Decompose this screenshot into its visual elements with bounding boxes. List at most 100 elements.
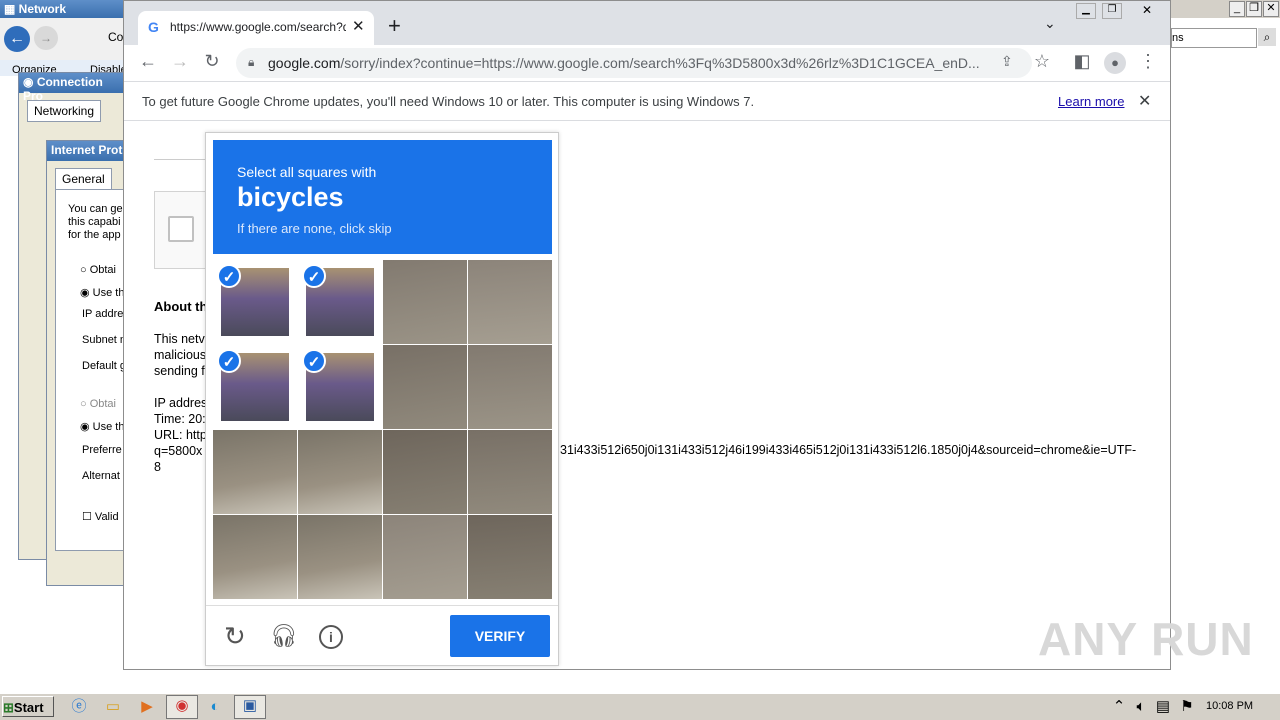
captcha-tile[interactable] [468, 430, 552, 514]
subnet-label: Subnet n [82, 334, 127, 346]
captcha-tile[interactable] [298, 430, 382, 514]
reload-icon[interactable]: ↻ [200, 51, 224, 72]
tab-search-icon[interactable]: ⌄ [1044, 15, 1056, 32]
about-text: This netv malicious sending f [154, 332, 207, 378]
obtain-ip-radio[interactable]: ○ Obtai [80, 264, 116, 276]
captcha-tile[interactable] [468, 515, 552, 599]
info-icon[interactable]: i [319, 625, 343, 649]
url-domain: google.com [268, 55, 341, 71]
new-tab-icon[interactable]: + [388, 13, 401, 39]
menu-kebab-icon[interactable]: ⋮ [1136, 51, 1160, 72]
close-infobar-icon[interactable]: ✕ [1138, 91, 1151, 111]
share-icon[interactable]: ⇪ [1001, 53, 1013, 70]
close-tab-icon[interactable]: ✕ [352, 17, 365, 35]
dialog-icon: ◉ [23, 75, 37, 89]
browser-toolbar: ← → ↻ 🔒︎ google.com/sorry/index?continue… [124, 45, 1170, 81]
request-details: IP addres Time: 20: URL: http q=5800x 8 [154, 396, 208, 474]
restore-icon[interactable]: ❐ [1102, 3, 1122, 19]
network-connections-title: ▦ Network Connectio [0, 0, 130, 30]
about-heading: About th [154, 299, 208, 314]
captcha-image-grid: ✓ ✓ ✓ ✓ [213, 260, 552, 599]
selected-check-icon: ✓ [217, 264, 241, 288]
radio-selected-icon: ◉ [80, 421, 93, 433]
tray-expand-icon[interactable]: ⌃ [1108, 697, 1130, 717]
windows-logo-icon: ⊞ [3, 700, 14, 715]
back-button[interactable]: ← [4, 26, 30, 52]
arrow-right-icon: → [40, 31, 52, 45]
validate-checkbox[interactable]: ☐ Valid [82, 510, 119, 523]
address-crumb[interactable]: Co [108, 30, 123, 44]
network-app-icon[interactable]: ▣ [234, 695, 266, 719]
captcha-tile[interactable] [213, 430, 297, 514]
media-player-icon[interactable]: ▶ [136, 697, 158, 717]
bookmark-star-icon[interactable]: ☆ [1030, 51, 1054, 72]
reload-challenge-icon[interactable]: ↻ [224, 621, 246, 652]
network-tray-icon[interactable]: ▤ [1152, 697, 1174, 717]
forward-icon[interactable]: → [168, 51, 192, 72]
start-button[interactable]: ⊞Start [2, 696, 54, 717]
learn-more-link[interactable]: Learn more [1058, 94, 1124, 109]
captcha-tile[interactable] [298, 515, 382, 599]
edge-icon[interactable]: ◐ [204, 697, 226, 717]
captcha-tile[interactable] [213, 515, 297, 599]
use-dns-radio[interactable]: ◉ Use th [80, 420, 124, 433]
folder-icon[interactable]: ▭ [102, 697, 124, 717]
captcha-tile[interactable] [383, 260, 467, 344]
audio-challenge-icon[interactable]: 🎧︎ [270, 623, 298, 649]
close-window-icon[interactable]: ✕ [1130, 3, 1164, 17]
anyrun-watermark: ANY RUN [1038, 613, 1254, 665]
taskbar: ⊞Start ⓔ ▭ ▶ ◉ ◐ ▣ ⌃ 🔈︎ ▤ ⚑ 10:08 PM [0, 693, 1280, 720]
captcha-tile[interactable] [383, 345, 467, 429]
desc-line: this capabi [68, 216, 121, 228]
verify-button[interactable]: VERIFY [450, 615, 550, 657]
captcha-tile[interactable] [468, 260, 552, 344]
profile-avatar-icon[interactable]: ● [1104, 52, 1126, 74]
action-center-flag-icon[interactable]: ⚑ [1176, 697, 1198, 717]
window-icon: ▦ [4, 2, 19, 16]
obtain-dns-radio[interactable]: ○ Obtai [80, 398, 116, 410]
arrow-left-icon: ← [9, 30, 25, 47]
radio-icon: ○ [80, 264, 90, 276]
side-panel-icon[interactable]: ◧ [1070, 51, 1094, 72]
selected-check-icon: ✓ [217, 349, 241, 373]
captcha-divider [206, 605, 558, 606]
tab-networking[interactable]: Networking [27, 100, 102, 122]
clock[interactable]: 10:08 PM [1206, 700, 1253, 712]
volume-icon[interactable]: 🔈︎ [1130, 697, 1152, 717]
tab-title: https://www.google.com/search?q= [170, 20, 346, 34]
restore-icon[interactable]: ❐ [1246, 1, 1262, 17]
minimize-icon[interactable]: _ [1229, 1, 1245, 17]
captcha-instruction: Select all squares with [237, 164, 377, 180]
browser-tab[interactable]: G https://www.google.com/search?q= ✕ [138, 11, 374, 45]
captcha-tile[interactable] [468, 345, 552, 429]
preferred-dns-label: Preferre [82, 444, 122, 456]
chrome-icon[interactable]: ◉ [166, 695, 198, 719]
address-bar[interactable]: 🔒︎ google.com/sorry/index?continue=https… [236, 48, 1032, 78]
search-icon[interactable]: ⌕ [1258, 28, 1276, 46]
google-favicon-icon: G [148, 19, 159, 35]
recaptcha-checkbox[interactable] [168, 216, 194, 242]
close-icon[interactable]: ✕ [1263, 1, 1279, 17]
minimize-icon[interactable]: ▁ [1076, 3, 1096, 19]
selected-check-icon: ✓ [302, 264, 326, 288]
captcha-object: bicycles [237, 182, 344, 212]
ie-icon[interactable]: ⓔ [68, 697, 90, 717]
back-icon[interactable]: ← [136, 51, 160, 72]
connection-properties-title: ◉ Connection Pro [19, 73, 129, 103]
captcha-tile[interactable]: ✓ [213, 345, 297, 429]
forward-button[interactable]: → [34, 26, 58, 50]
captcha-tile[interactable] [383, 515, 467, 599]
request-url-tail: 31i433i512i650j0i131i433i512j46i199i433i… [560, 443, 1137, 457]
general-pane: You can ge this capabi for the app ○ Obt… [55, 189, 133, 551]
use-ip-radio[interactable]: ◉ Use th [80, 286, 124, 299]
captcha-tile[interactable]: ✓ [213, 260, 297, 344]
ip-properties-title: Internet Prot [47, 141, 129, 161]
url-text[interactable]: google.com/sorry/index?continue=https://… [268, 55, 998, 71]
desc-line: You can ge [68, 203, 123, 215]
captcha-tile[interactable]: ✓ [298, 260, 382, 344]
captcha-tile[interactable] [383, 430, 467, 514]
tab-general[interactable]: General [55, 168, 112, 190]
desc-line: for the app [68, 229, 121, 241]
background-search-box[interactable]: ns [1171, 28, 1257, 48]
captcha-tile[interactable]: ✓ [298, 345, 382, 429]
